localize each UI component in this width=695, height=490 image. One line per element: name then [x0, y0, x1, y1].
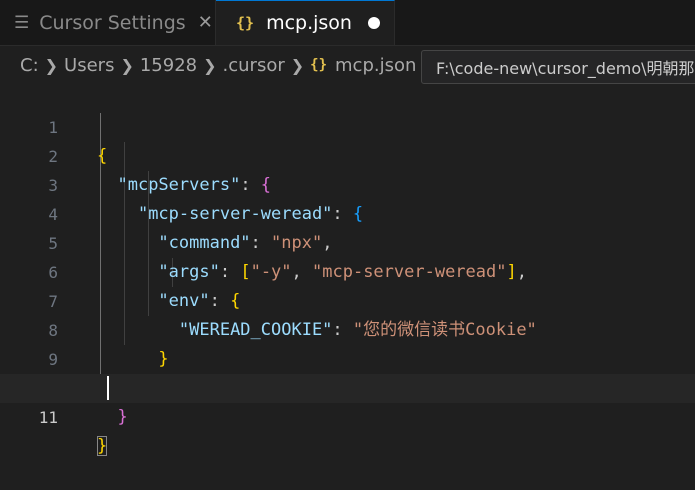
text-cursor [107, 376, 109, 400]
tab-bar: ☰ Cursor Settings ✕ {} mcp.json [0, 0, 695, 46]
code-line: 5 "args": ["-y", "mcp-server-weread"], [0, 200, 695, 282]
breadcrumb-item[interactable]: mcp.json [335, 55, 416, 76]
code-line: 8 } [0, 287, 695, 369]
code-line: 6 "env": { [0, 229, 695, 311]
json-braces-icon: {} [310, 57, 328, 73]
breadcrumb-item[interactable]: .cursor [223, 55, 285, 76]
unsaved-dot-icon[interactable] [368, 17, 380, 29]
breadcrumb-item[interactable]: C: [20, 55, 39, 76]
code-line-current: 11 } [0, 374, 695, 456]
code-line: 1 { [0, 84, 695, 166]
chevron-right-icon: ❯ [290, 55, 305, 75]
breadcrumb-item[interactable]: Users [64, 55, 114, 76]
code-line: 3 "mcp-server-weread": { [0, 142, 695, 224]
code-line: 4 "command": "npx", [0, 171, 695, 253]
code-line: 10 } [0, 345, 695, 427]
json-braces-icon: {} [236, 14, 255, 32]
tooltip-text: F:\code-new\cursor_demo\明朝那 [436, 59, 695, 78]
code-editor[interactable]: 1 { 2 "mcpServers": { 3 "mcp-server-were… [0, 84, 695, 456]
line-number: 11 [38, 408, 58, 427]
code-line: 9 } [0, 316, 695, 398]
chevron-right-icon: ❯ [44, 55, 59, 75]
path-tooltip: F:\code-new\cursor_demo\明朝那 [421, 50, 695, 84]
settings-icon: ☰ [14, 12, 30, 33]
code-line: 2 "mcpServers": { [0, 113, 695, 195]
tab-label: Cursor Settings [39, 11, 186, 34]
code-line: 7 "WEREAD_COOKIE": "您的微信读书Cookie" [0, 258, 695, 340]
tab-label: mcp.json [266, 12, 352, 34]
chevron-right-icon: ❯ [203, 55, 217, 75]
tab-cursor-settings[interactable]: ☰ Cursor Settings ✕ [0, 0, 216, 45]
chevron-right-icon: ❯ [120, 55, 134, 75]
breadcrumb-item[interactable]: 15928 [140, 55, 197, 76]
tab-mcp-json[interactable]: {} mcp.json [216, 0, 395, 45]
close-icon[interactable]: ✕ [198, 12, 213, 33]
